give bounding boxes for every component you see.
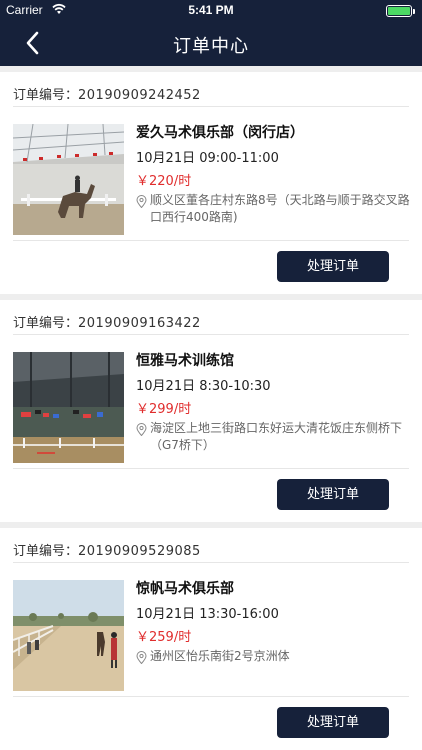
order-number-label: 订单编号： — [13, 316, 79, 331]
address-text: 通州区怡乐南街2号京洲体 — [150, 649, 290, 663]
order-number-value: 20190909242452 — [78, 88, 201, 103]
venue-photo[interactable] — [13, 580, 124, 691]
venue-photo[interactable] — [13, 124, 124, 235]
price-per-hour: ￥220/时 — [136, 174, 192, 189]
booking-time: 10月21日 13:30-16:00 — [136, 607, 279, 622]
order-number-label: 订单编号： — [13, 88, 79, 103]
location-pin-icon — [136, 195, 147, 208]
venue-address: 通州区怡乐南街2号京洲体 — [136, 648, 410, 665]
venue-name: 惊帆马术俱乐部 — [136, 581, 234, 597]
order-number-row: 订单编号：20190909242452 — [13, 84, 201, 103]
nav-header: Carrier 5:41 PM 订单中心 — [0, 0, 422, 66]
address-text: 顺义区董各庄村东路8号（天北路与顺于路交叉路口西行400路南) — [150, 193, 410, 224]
venue-name: 恒雅马术训练馆 — [136, 353, 234, 369]
location-pin-icon — [136, 423, 147, 436]
order-card: 订单编号：20190909163422 恒雅马术训练馆 10月21日 8:30-… — [0, 300, 422, 522]
order-card: 订单编号：20190909242452 爱久马术俱乐部（闵行店） 10月21日 … — [0, 72, 422, 294]
divider — [13, 562, 409, 563]
venue-photo[interactable] — [13, 352, 124, 463]
price-per-hour: ￥299/时 — [136, 402, 192, 417]
process-order-button[interactable]: 处理订单 — [277, 707, 389, 738]
order-number-value: 20190909529085 — [78, 544, 201, 559]
price-per-hour: ￥259/时 — [136, 630, 192, 645]
location-pin-icon — [136, 651, 147, 664]
address-text: 海淀区上地三街路口东好运大清花饭庄东侧桥下（G7桥下） — [150, 421, 403, 452]
booking-time: 10月21日 8:30-10:30 — [136, 379, 271, 394]
battery-icon — [386, 5, 415, 17]
order-number-value: 20190909163422 — [78, 316, 201, 331]
booking-time: 10月21日 09:00-11:00 — [136, 151, 279, 166]
divider — [13, 106, 409, 107]
venue-name: 爱久马术俱乐部（闵行店） — [136, 125, 304, 141]
order-number-row: 订单编号：20190909529085 — [13, 540, 201, 559]
divider — [13, 696, 409, 697]
order-number-row: 订单编号：20190909163422 — [13, 312, 201, 331]
process-order-button[interactable]: 处理订单 — [277, 251, 389, 282]
divider — [13, 240, 409, 241]
status-time: 5:41 PM — [188, 3, 234, 17]
divider — [13, 334, 409, 335]
order-number-label: 订单编号： — [13, 544, 79, 559]
venue-address: 顺义区董各庄村东路8号（天北路与顺于路交叉路口西行400路南) — [136, 192, 410, 226]
process-order-button[interactable]: 处理订单 — [277, 479, 389, 510]
status-bar: Carrier 5:41 PM — [0, 0, 422, 22]
divider — [13, 468, 409, 469]
venue-address: 海淀区上地三街路口东好运大清花饭庄东侧桥下（G7桥下） — [136, 420, 410, 454]
order-card: 订单编号：20190909529085 惊帆马术俱乐部 10月21日 13:30… — [0, 528, 422, 750]
page-title: 订单中心 — [173, 36, 249, 57]
